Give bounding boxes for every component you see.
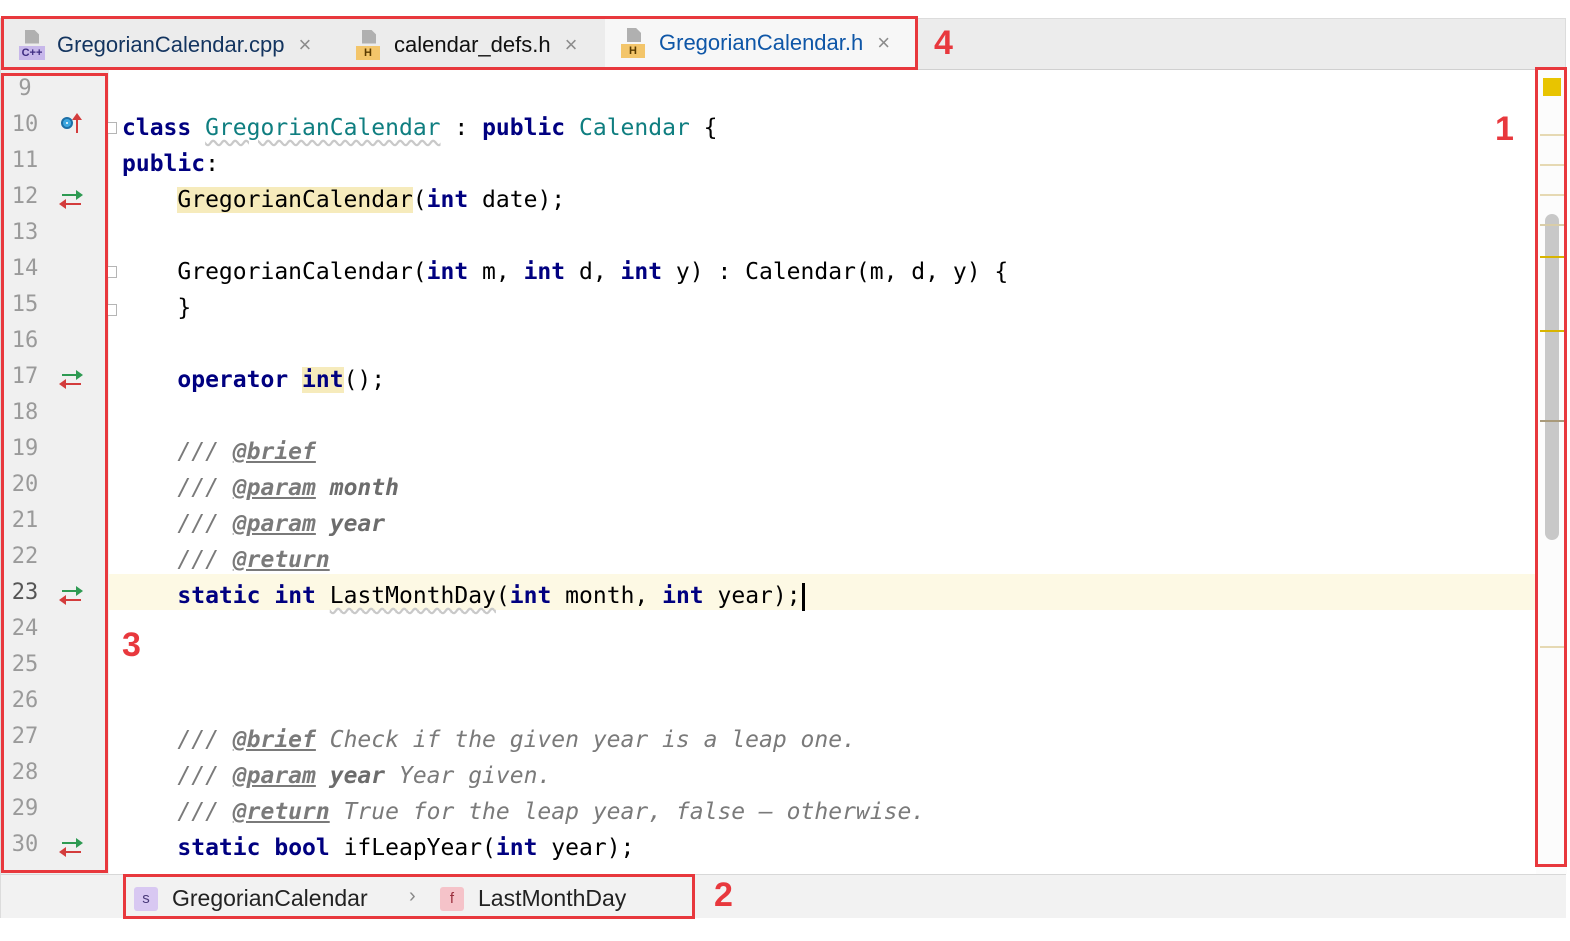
code-editor[interactable]: 9 10 11 12 13 14 15 16 17 18 19 20 21 22… [0, 70, 1567, 874]
code-line-10: class GregorianCalendar : public Calenda… [122, 115, 718, 141]
annotation-number-4: 4 [934, 24, 953, 62]
code-line-27: /// @brief Check if the given year is a … [177, 727, 856, 753]
code-line-19: /// @brief [177, 439, 316, 465]
code-line-12: GregorianCalendar(int date); [177, 187, 566, 213]
annotation-number-2: 2 [714, 876, 733, 914]
code-line-23: static int LastMonthDay(int month, int y… [122, 578, 805, 614]
annotation-box-4 [1, 16, 918, 70]
text-caret [801, 582, 805, 611]
code-line-22: /// @return [177, 547, 330, 573]
code-line-28: /// @param year Year given. [177, 763, 552, 789]
code-line-17: operator int(); [177, 367, 386, 393]
annotation-box-1 [1535, 67, 1567, 867]
code-line-30: static bool ifLeapYear(int year); [177, 835, 635, 861]
annotation-box-3 [1, 73, 108, 873]
annotation-number-1: 1 [1495, 110, 1514, 148]
code-line-11: public: [122, 151, 219, 177]
annotation-number-3: 3 [122, 626, 141, 664]
code-area[interactable]: class GregorianCalendar : public Calenda… [1, 70, 1536, 874]
code-line-29: /// @return True for the leap year, fals… [177, 799, 926, 825]
code-line-15: } [177, 295, 192, 321]
code-line-21: /// @param year [177, 511, 386, 537]
code-line-20: /// @param month [177, 475, 399, 501]
code-line-14: GregorianCalendar(int m, int d, int y) :… [177, 259, 1009, 285]
annotation-box-2 [123, 874, 695, 919]
